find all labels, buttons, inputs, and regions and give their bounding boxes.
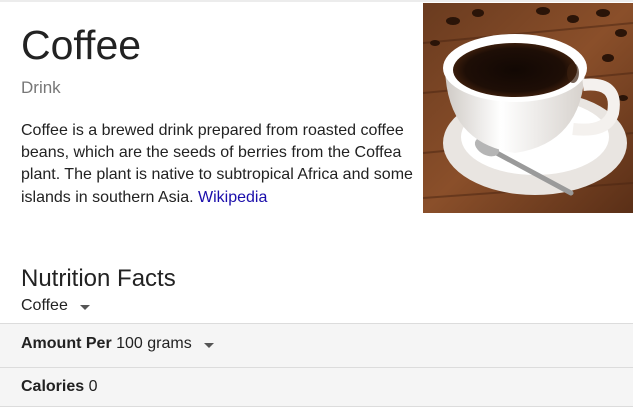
entity-subtitle: Drink: [21, 78, 61, 97]
nutrition-facts-heading: Nutrition Facts: [21, 265, 176, 292]
food-dropdown-value: Coffee: [21, 297, 68, 314]
calories-value: 0: [88, 378, 98, 395]
wikipedia-link[interactable]: Wikipedia: [198, 189, 267, 206]
calories-label: Calories: [21, 378, 85, 395]
serving-size-dropdown[interactable]: 100 grams: [116, 334, 214, 354]
divider: [0, 0, 633, 2]
caret-down-icon: [79, 304, 90, 310]
coffee-cup-photo[interactable]: [423, 3, 633, 213]
calories-row: Calories 0: [0, 367, 633, 407]
entity-title: Coffee: [21, 22, 142, 68]
coffee-cup-image: [423, 3, 633, 213]
caret-down-icon: [203, 342, 214, 348]
serving-size-value: 100 grams: [116, 335, 192, 352]
food-dropdown[interactable]: Coffee: [21, 296, 90, 316]
amount-per-row: Amount Per 100 grams: [0, 323, 633, 368]
entity-description: Coffee is a brewed drink prepared from r…: [21, 120, 413, 209]
amount-per-label: Amount Per: [21, 335, 112, 352]
knowledge-panel: Coffee Drink Coffee is a brewed drink pr…: [0, 0, 633, 407]
